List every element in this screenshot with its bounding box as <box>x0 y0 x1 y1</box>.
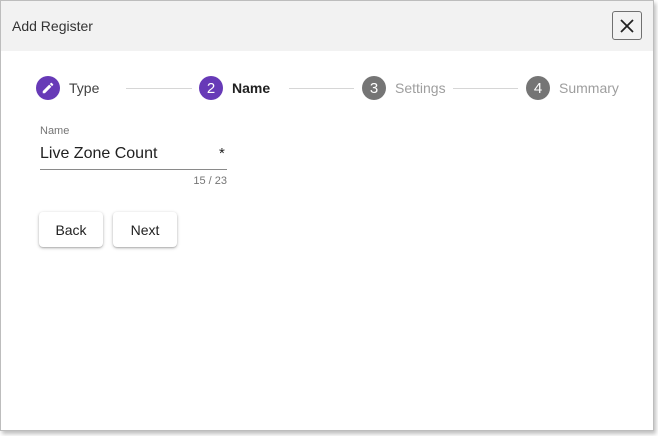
required-indicator: * <box>219 145 225 162</box>
step-summary[interactable]: 4 Summary <box>526 76 619 100</box>
name-input-underline <box>40 169 227 170</box>
step-name[interactable]: 2 Name <box>199 76 270 100</box>
back-button[interactable]: Back <box>39 212 103 247</box>
step-1-label: Type <box>69 80 100 96</box>
step-connector <box>289 88 354 89</box>
close-icon <box>620 18 634 33</box>
dialog-title: Add Register <box>12 18 93 34</box>
name-input[interactable] <box>40 144 210 164</box>
step-4-label: Summary <box>559 80 619 96</box>
step-settings[interactable]: 3 Settings <box>362 76 446 100</box>
step-3-label: Settings <box>395 80 446 96</box>
step-type[interactable]: Type <box>36 76 99 100</box>
step-connector <box>453 88 518 89</box>
step-connector <box>126 88 192 89</box>
dialog-titlebar: Add Register <box>1 1 653 51</box>
next-button[interactable]: Next <box>113 212 177 247</box>
character-counter: 15 / 23 <box>193 175 227 187</box>
step-1-circle <box>36 76 60 100</box>
close-button[interactable] <box>612 11 642 40</box>
step-2-label: Name <box>232 80 271 96</box>
step-2-circle: 2 <box>199 76 223 100</box>
pencil-icon <box>42 82 54 94</box>
step-3-circle: 3 <box>362 76 386 100</box>
name-field-label: Name <box>40 125 70 137</box>
step-4-circle: 4 <box>526 76 550 100</box>
add-register-dialog: Add Register Type 2 Name 3 Settings 4 Su… <box>0 0 654 431</box>
